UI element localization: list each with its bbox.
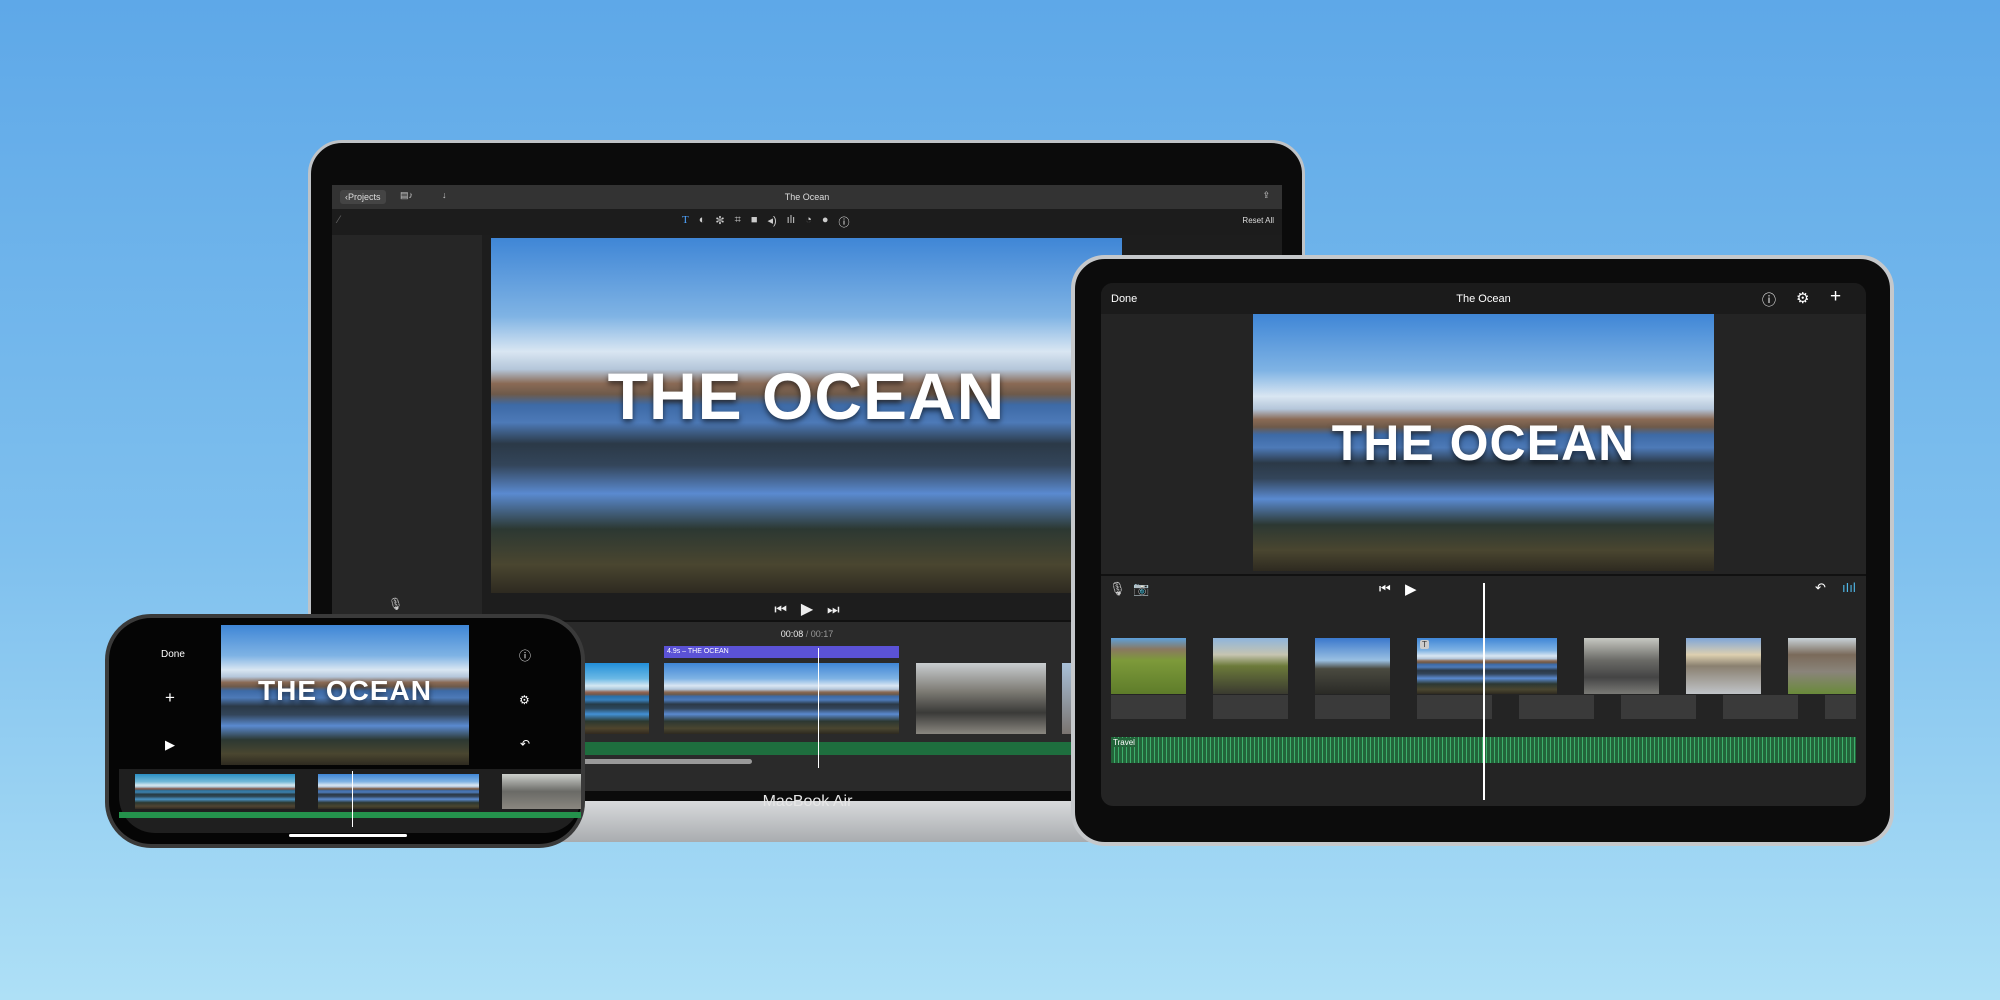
video-clip[interactable] <box>1315 638 1390 694</box>
reset-all-button[interactable]: Reset All <box>1242 216 1274 225</box>
audio-track[interactable] <box>119 812 581 818</box>
done-button[interactable]: Done <box>161 649 185 660</box>
share-icon[interactable]: ⇪ <box>1262 190 1270 201</box>
info-icon[interactable]: ⓘ <box>839 214 850 230</box>
title-clip-bar[interactable]: 4.9s – THE OCEAN <box>664 646 899 658</box>
title-badge-icon: T <box>1420 640 1429 649</box>
undo-icon[interactable]: ↶ <box>520 737 530 751</box>
video-clip-selected[interactable]: T <box>1417 638 1557 694</box>
camera-icon[interactable]: 📷 <box>1133 581 1149 597</box>
filter-icon[interactable]: ● <box>822 214 829 230</box>
color-correction-icon[interactable]: ✼ <box>715 214 724 230</box>
video-clip[interactable] <box>1213 638 1288 694</box>
macbook-device-label: MacBook Air <box>762 793 853 810</box>
title-overlay-text: THE OCEAN <box>258 675 432 706</box>
top-bar: Done The Ocean ⓘ ⚙ + <box>1101 283 1866 314</box>
play-icon[interactable]: ▶ <box>1405 580 1417 598</box>
crop-icon[interactable]: ⌗ <box>735 214 741 230</box>
skip-back-icon[interactable]: ⏮ <box>1379 581 1391 597</box>
speed-icon[interactable]: ◔ <box>805 214 812 230</box>
audio-waveform-icon[interactable]: ıIıl <box>1842 580 1856 595</box>
video-clip[interactable] <box>916 663 1046 734</box>
noise-reduction-icon[interactable]: ılı <box>787 214 796 230</box>
skip-forward-icon[interactable]: ⏭ <box>827 601 840 618</box>
video-viewer: THE OCEAN <box>491 238 1122 593</box>
playhead[interactable] <box>818 648 819 768</box>
video-clip[interactable] <box>1584 638 1659 694</box>
title-overlay-text: THE OCEAN <box>607 359 1006 433</box>
add-icon[interactable]: + <box>1830 286 1841 308</box>
video-clip[interactable] <box>1686 638 1761 694</box>
top-bar: ‹Projects ▤♪ ↓ The Ocean ⇪ <box>332 185 1282 209</box>
settings-icon[interactable]: ⚙ <box>1796 289 1809 307</box>
settings-icon[interactable]: ⚙ <box>519 693 530 707</box>
imovie-ipad-screen: Done The Ocean ⓘ ⚙ + THE OCEAN 🎙 📷 ⏮ ▶ ↶… <box>1101 283 1866 806</box>
adjustment-toolbar: ⁄ T ◐ ✼ ⌗ ■ ◂) ılı ◔ ● ⓘ Reset All <box>332 209 1282 235</box>
undo-icon[interactable]: ↶ <box>1815 580 1826 596</box>
title-icon[interactable]: T <box>682 214 689 230</box>
help-icon[interactable]: ⓘ <box>1762 290 1776 310</box>
iphone-body: Done + ▶ THE OCEAN ⓘ ⚙ ↶ <box>105 614 585 848</box>
add-icon[interactable]: + <box>165 688 175 708</box>
video-viewer: THE OCEAN <box>221 625 469 765</box>
window-title: The Ocean <box>784 192 830 202</box>
skip-back-icon[interactable]: ⏮ <box>774 601 787 618</box>
color-balance-icon[interactable]: ◐ <box>699 214 706 230</box>
video-clip-selected[interactable] <box>664 663 899 734</box>
home-indicator[interactable] <box>289 834 407 837</box>
project-title: The Ocean <box>1456 293 1511 305</box>
play-icon[interactable]: ▶ <box>165 737 175 753</box>
video-clip[interactable] <box>135 774 295 809</box>
play-icon[interactable]: ▶ <box>801 599 813 619</box>
title-overlay-text: THE OCEAN <box>1331 415 1636 471</box>
stabilization-icon[interactable]: ■ <box>751 214 758 230</box>
help-icon[interactable]: ⓘ <box>519 647 531 664</box>
magic-wand-icon[interactable]: ⁄ <box>338 214 340 226</box>
microphone-icon[interactable]: 🎙 <box>1109 581 1126 597</box>
video-clip[interactable] <box>1788 638 1856 694</box>
volume-icon[interactable]: ◂) <box>767 214 776 230</box>
video-viewer: THE OCEAN <box>1253 314 1714 571</box>
playhead[interactable] <box>1483 583 1485 800</box>
audio-track-label: Travel <box>1113 738 1135 747</box>
video-clip[interactable] <box>1111 638 1186 694</box>
